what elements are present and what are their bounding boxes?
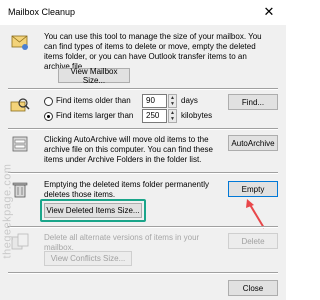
view-conflicts-size-button[interactable]: View Conflicts Size... bbox=[44, 251, 132, 266]
larger-than-label: Find items larger than bbox=[56, 111, 134, 120]
conflicts-description: Delete all alternate versions of items i… bbox=[44, 233, 200, 252]
find-items-icon bbox=[10, 98, 30, 112]
larger-than-input[interactable]: 250 bbox=[142, 109, 167, 123]
divider bbox=[8, 172, 278, 174]
view-mailbox-size-button[interactable]: View Mailbox Size... bbox=[58, 67, 130, 85]
older-than-unit: days bbox=[181, 96, 198, 105]
find-button[interactable]: Find... bbox=[228, 94, 278, 110]
divider bbox=[8, 272, 278, 274]
deleted-items-description: Emptying the deleted items folder perman… bbox=[44, 180, 209, 199]
autoarchive-button[interactable]: AutoArchive bbox=[228, 135, 278, 151]
divider bbox=[8, 226, 278, 228]
larger-than-radio[interactable] bbox=[44, 112, 53, 121]
older-than-input[interactable]: 90 bbox=[142, 94, 167, 108]
mailbox-icon bbox=[11, 35, 28, 50]
highlight-box bbox=[40, 199, 146, 222]
archive-icon bbox=[12, 136, 28, 152]
older-than-radio[interactable] bbox=[44, 97, 53, 106]
close-button[interactable]: Close bbox=[228, 280, 278, 296]
larger-than-unit: kilobytes bbox=[181, 111, 213, 120]
empty-button[interactable]: Empty bbox=[228, 181, 278, 197]
divider bbox=[8, 88, 278, 90]
divider bbox=[8, 128, 278, 130]
older-than-stepper[interactable]: ▲ ▼ bbox=[168, 94, 177, 108]
delete-button[interactable]: Delete bbox=[228, 233, 278, 249]
larger-than-stepper[interactable]: ▲ ▼ bbox=[168, 109, 177, 123]
close-icon[interactable]: ✕ bbox=[260, 4, 278, 20]
older-than-label: Find items older than bbox=[56, 96, 131, 105]
watermark: thegeekpage.com bbox=[1, 163, 14, 259]
window-title: Mailbox Cleanup bbox=[8, 7, 76, 17]
autoarchive-description: Clicking AutoArchive will move old items… bbox=[44, 135, 213, 164]
